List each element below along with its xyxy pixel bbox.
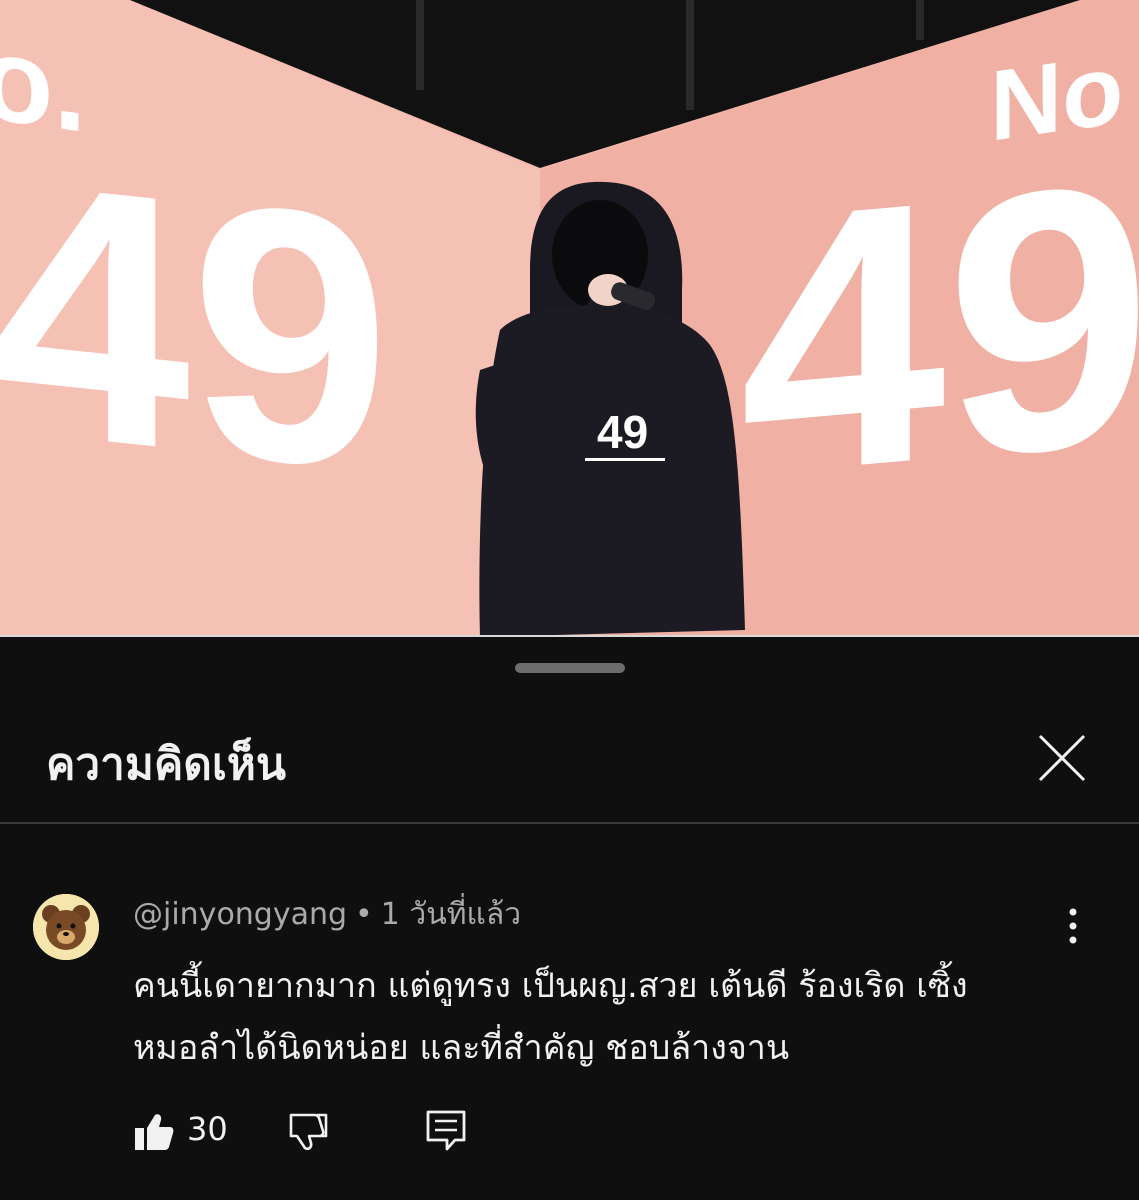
avatar[interactable] bbox=[33, 894, 99, 960]
comment-text: คนนี้เดายากมาก แต่ดูทรง เป็นผญ.สวย เต้นด… bbox=[133, 955, 1083, 1079]
reply-comment-icon bbox=[426, 1110, 466, 1151]
thumbs-down-icon bbox=[289, 1113, 328, 1151]
comment-meta: @jinyongyang • 1 วันที่แล้ว bbox=[133, 893, 521, 937]
close-icon bbox=[1038, 734, 1086, 782]
reply-button[interactable] bbox=[425, 1109, 467, 1153]
dislike-button[interactable] bbox=[287, 1111, 329, 1153]
video-progress-bar[interactable] bbox=[0, 635, 1139, 637]
comment-actions: 30 bbox=[133, 1105, 533, 1155]
stage-text-left: 49 bbox=[0, 104, 390, 548]
like-button[interactable] bbox=[133, 1111, 175, 1153]
drag-handle[interactable] bbox=[515, 663, 625, 673]
divider bbox=[0, 822, 1139, 824]
comment-author[interactable]: @jinyongyang bbox=[133, 897, 347, 932]
video-frame: o. 49 No 49 49 bbox=[0, 0, 1139, 637]
comment-line: หมอลำได้นิดหน่อย และที่สำคัญ ชอบล้างจาน bbox=[133, 1028, 790, 1068]
hoodie-print: 49 bbox=[597, 406, 648, 458]
video-player[interactable]: o. 49 No 49 49 bbox=[0, 0, 1139, 637]
meta-separator: • bbox=[355, 897, 373, 932]
more-vertical-icon bbox=[1069, 908, 1077, 944]
comments-sheet: ความคิดเห็น @jinyongyang•1 วันที่แล้ว bbox=[0, 643, 1139, 1200]
more-options-button[interactable] bbox=[1058, 906, 1088, 946]
like-count: 30 bbox=[187, 1110, 228, 1148]
comment-time: 1 วันที่แล้ว bbox=[380, 897, 522, 932]
sheet-title: ความคิดเห็น bbox=[46, 739, 286, 790]
comment-line: คนนี้เดายากมาก แต่ดูทรง เป็นผญ.สวย เต้นด… bbox=[133, 966, 968, 1006]
thumbs-up-icon bbox=[135, 1114, 174, 1150]
close-button[interactable] bbox=[1034, 730, 1090, 786]
bear-avatar-icon bbox=[33, 894, 99, 960]
stage-text-right: 49 bbox=[740, 104, 1139, 554]
